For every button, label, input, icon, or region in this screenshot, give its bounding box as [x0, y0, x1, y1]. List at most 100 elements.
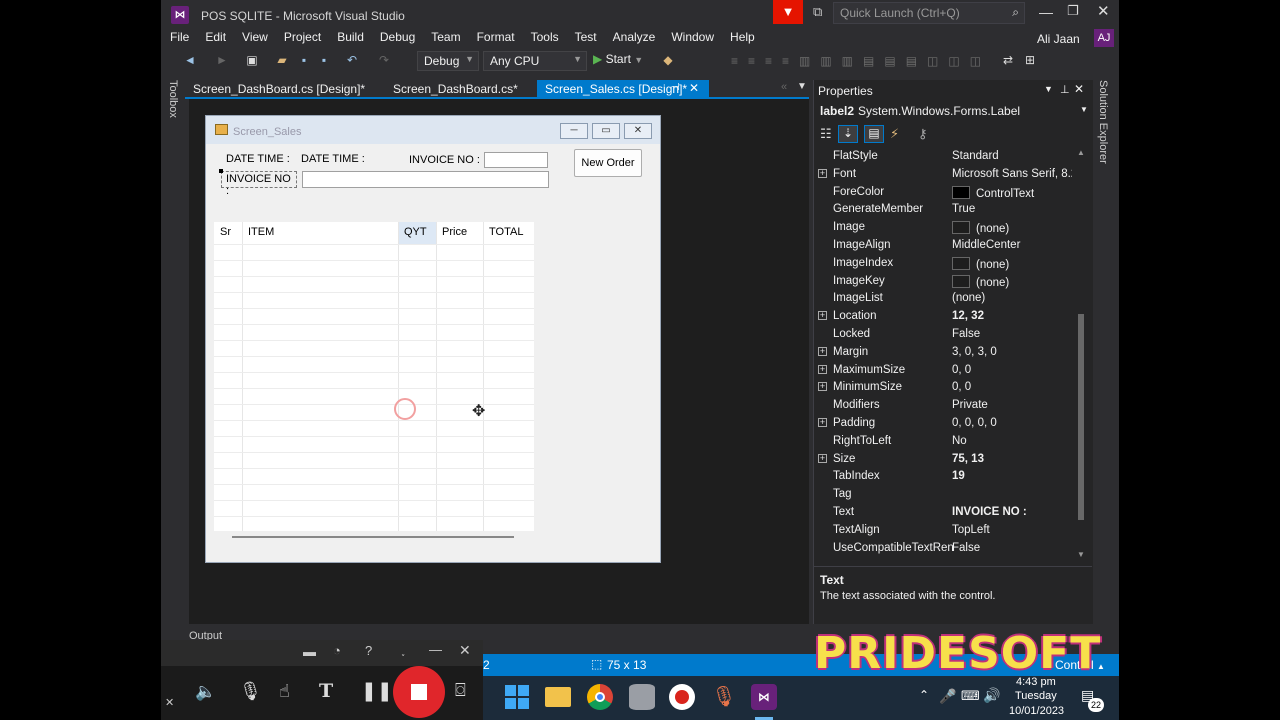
property-row-padding[interactable]: + Padding 0, 0, 0, 0	[814, 415, 1076, 433]
platform-dropdown[interactable]: Any CPU ▼	[483, 51, 587, 71]
expand-icon[interactable]: +	[818, 311, 827, 321]
menu-item-format[interactable]: Format	[469, 28, 523, 46]
close-tab-icon[interactable]: ✕	[689, 81, 699, 95]
items-grid[interactable]: Sr ITEM QYT Price TOTAL ✥	[214, 222, 534, 531]
pointer-icon[interactable]: ☝	[279, 681, 290, 702]
menu-item-debug[interactable]: Debug	[372, 28, 423, 46]
menu-item-team[interactable]: Team	[423, 28, 468, 46]
menu-item-test[interactable]: Test	[567, 28, 605, 46]
property-value[interactable]: 0, 0	[952, 381, 1072, 393]
expand-icon[interactable]: +	[818, 453, 827, 463]
scroll-up-icon[interactable]: ▲	[1077, 148, 1085, 157]
quick-launch-input[interactable]: Quick Launch (Ctrl+Q) ⌕	[833, 2, 1025, 24]
file-explorer-icon[interactable]	[545, 687, 571, 707]
property-value[interactable]: 12, 32	[952, 310, 1072, 322]
new-project-icon[interactable]: ▣	[245, 53, 259, 67]
property-row-margin[interactable]: + Margin 3, 0, 3, 0	[814, 344, 1076, 362]
close-small-icon[interactable]: ✕	[165, 696, 174, 709]
solution-explorer-tab[interactable]: Solution Explorer	[1097, 80, 1109, 164]
property-row-maximumsize[interactable]: + MaximumSize 0, 0	[814, 362, 1076, 380]
menu-item-tools[interactable]: Tools	[523, 28, 567, 46]
grid-header-price[interactable]: Price	[436, 222, 473, 244]
property-row-imagelist[interactable]: ImageList (none)	[814, 290, 1076, 308]
property-value[interactable]: (none)	[952, 221, 1072, 235]
invoice-no-input[interactable]	[484, 152, 548, 168]
toolbox-tab[interactable]: Toolbox	[167, 80, 179, 118]
tab-sales-design[interactable]: Screen_Sales.cs [Design]* ⊣ ✕	[537, 80, 709, 98]
alphabetical-icon[interactable]: ⇣	[838, 125, 858, 143]
tab-dashboard-code[interactable]: Screen_DashBoard.cs*	[385, 80, 526, 98]
volume-icon[interactable]: 🔊	[983, 687, 1000, 704]
property-value[interactable]: MiddleCenter	[952, 239, 1072, 251]
property-value[interactable]: True	[952, 203, 1072, 215]
start-button[interactable]: ▶ Start ▼	[593, 52, 643, 70]
grid-header-item[interactable]: ITEM	[242, 222, 280, 244]
expand-icon[interactable]: +	[818, 382, 827, 392]
open-file-icon[interactable]: ▰	[275, 53, 289, 67]
undo-icon[interactable]: ↶	[345, 53, 359, 67]
grid-header-total[interactable]: TOTAL	[483, 222, 529, 244]
clock-day[interactable]: Tuesday	[1015, 690, 1057, 702]
close-icon[interactable]: ✕	[459, 642, 471, 659]
pin-icon[interactable]: ⊣	[671, 82, 680, 93]
property-value[interactable]: INVOICE NO :	[952, 506, 1072, 518]
property-value[interactable]: (none)	[952, 256, 1072, 271]
tab-list-dropdown-icon[interactable]: ▼	[797, 81, 807, 92]
selected-invoice-label[interactable]: INVOICE NO :	[219, 169, 297, 197]
database-icon[interactable]	[629, 684, 655, 710]
tab-order-icon[interactable]: ⇄	[1001, 53, 1015, 67]
menu-item-project[interactable]: Project	[276, 28, 329, 46]
property-row-size[interactable]: + Size 75, 13	[814, 451, 1076, 469]
property-row-righttoleft[interactable]: RightToLeft No	[814, 433, 1076, 451]
property-value[interactable]: False	[952, 328, 1072, 340]
property-value[interactable]: (none)	[952, 292, 1072, 304]
property-row-font[interactable]: + Font Microsoft Sans Serif, 8.25	[814, 166, 1076, 184]
property-row-minimumsize[interactable]: + MinimumSize 0, 0	[814, 379, 1076, 397]
user-name[interactable]: Ali Jaan	[1037, 32, 1080, 46]
speaker-muted-icon[interactable]: 🔈	[195, 682, 216, 702]
property-row-imageindex[interactable]: ImageIndex (none)	[814, 255, 1076, 273]
menu-item-edit[interactable]: Edit	[197, 28, 234, 46]
minimize-icon[interactable]: —	[429, 642, 442, 657]
menu-item-file[interactable]: File	[162, 28, 197, 46]
help-icon[interactable]: ?	[365, 643, 372, 658]
property-value[interactable]: (none)	[952, 274, 1072, 289]
property-row-flatstyle[interactable]: FlatStyle Standard	[814, 148, 1076, 166]
property-row-usecompatibletextren[interactable]: UseCompatibleTextRen False	[814, 540, 1076, 558]
property-row-location[interactable]: + Location 12, 32	[814, 308, 1076, 326]
scrollbar-thumb[interactable]	[1078, 314, 1084, 520]
pause-icon[interactable]: ❚❚	[361, 680, 393, 703]
property-row-generatemember[interactable]: GenerateMember True	[814, 201, 1076, 219]
property-row-imagekey[interactable]: ImageKey (none)	[814, 273, 1076, 291]
minimize-icon[interactable]: —	[1039, 4, 1053, 20]
navigate-back-icon[interactable]: ◄	[183, 53, 197, 67]
visual-studio-icon[interactable]: ⋈	[751, 684, 777, 710]
property-row-tag[interactable]: Tag	[814, 486, 1076, 504]
property-row-textalign[interactable]: TextAlign TopLeft	[814, 522, 1076, 540]
tray-overflow-icon[interactable]: ⌃	[919, 688, 929, 702]
winform-screen-sales[interactable]: Screen_Sales ─ ▭ ✕ DATE TIME : DATE TIME…	[205, 115, 661, 563]
configuration-dropdown[interactable]: Debug ▼	[417, 51, 479, 71]
property-value[interactable]: 75, 13	[952, 453, 1072, 465]
property-row-image[interactable]: Image (none)	[814, 219, 1076, 237]
property-row-modifiers[interactable]: Modifiers Private	[814, 397, 1076, 415]
expand-icon[interactable]: +	[818, 364, 827, 374]
property-row-text[interactable]: Text INVOICE NO :	[814, 504, 1076, 522]
property-row-forecolor[interactable]: ForeColor ControlText	[814, 184, 1076, 202]
property-value[interactable]: Standard	[952, 150, 1072, 162]
save-icon[interactable]: ▪	[297, 53, 311, 67]
scroll-tabs-icon[interactable]: «	[781, 81, 787, 93]
browser-link-icon[interactable]: ◆	[661, 53, 675, 67]
network-icon[interactable]: ⌨	[961, 688, 980, 704]
menu-item-help[interactable]: Help	[722, 28, 763, 46]
scroll-down-icon[interactable]: ▼	[1077, 550, 1085, 559]
property-row-locked[interactable]: Locked False	[814, 326, 1076, 344]
save-all-icon[interactable]: ▪	[317, 53, 331, 67]
property-value[interactable]: 0, 0	[952, 364, 1072, 376]
property-row-tabindex[interactable]: TabIndex 19	[814, 468, 1076, 486]
menu-item-window[interactable]: Window	[663, 28, 722, 46]
property-pages-icon[interactable]: ⚷	[918, 126, 928, 142]
close-panel-icon[interactable]: ✕	[1074, 82, 1084, 96]
menu-item-build[interactable]: Build	[329, 28, 372, 46]
navigate-forward-icon[interactable]: ►	[215, 53, 229, 67]
